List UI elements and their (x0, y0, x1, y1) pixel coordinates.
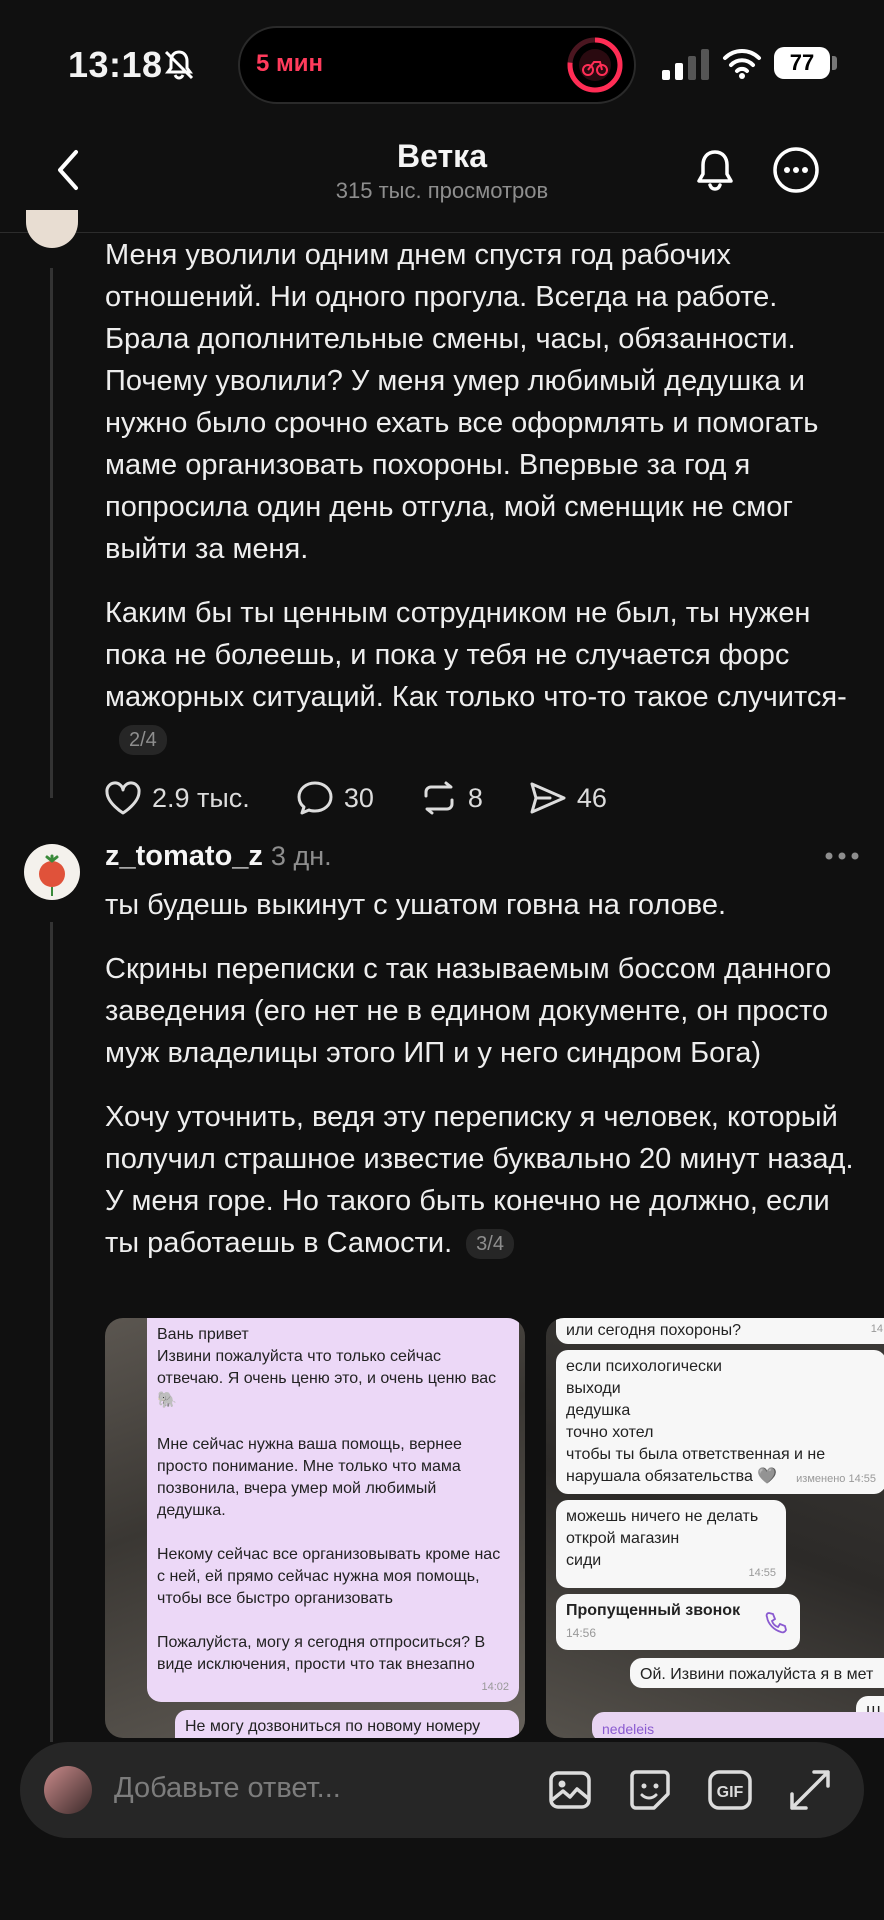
gif-icon[interactable]: GIF (706, 1766, 754, 1814)
avatar[interactable] (24, 844, 80, 900)
island-timer: 5 мин (256, 50, 324, 77)
chat-message: Ой. Извини пожалуйста я в мет (630, 1658, 884, 1688)
post-paragraph: Скрины переписки с так называемым боссом… (105, 953, 832, 1069)
more-options-icon[interactable] (772, 146, 820, 194)
message-time: 14: (870, 1323, 884, 1335)
post-author[interactable]: z_tomato_z 3 дн. (105, 840, 332, 873)
thread-line (50, 922, 53, 1742)
chat-message-text: если психологически выходи дедушка точно… (566, 1358, 826, 1485)
message-time: 14:55 (748, 1567, 776, 1579)
chat-nick-text: nedeleis (602, 1721, 655, 1737)
post-actions: 2.9 тыс. 30 8 46 (104, 776, 653, 820)
missed-call-message: Пропущенный звонок 14:56 (556, 1594, 800, 1650)
like-count: 2.9 тыс. (152, 782, 250, 813)
status-time: 13:18 (68, 44, 163, 85)
comment-bubble-icon (297, 781, 333, 815)
like-button[interactable]: 2.9 тыс. (104, 780, 250, 816)
cellular-signal-icon (662, 49, 709, 80)
notification-bell-icon[interactable] (690, 146, 740, 196)
post-paragraph: Хочу уточнить, ведя эту переписку я чело… (105, 1096, 865, 1264)
image-icon[interactable] (546, 1766, 594, 1814)
post-paragraph: Каким бы ты ценным сотрудником не был, т… (105, 592, 865, 760)
tomato-avatar-icon (39, 854, 65, 896)
wifi-icon (723, 48, 761, 79)
phone-icon (765, 1612, 787, 1634)
expand-icon[interactable] (786, 1766, 834, 1814)
chat-message-text: или сегодня похороны? (566, 1322, 741, 1339)
missed-call-label: Пропущенный звонок (566, 1602, 741, 1619)
chat-message: если психологически выходи дедушка точно… (556, 1350, 884, 1494)
silent-bell-icon (164, 50, 194, 80)
svg-text:GIF: GIF (717, 1784, 744, 1801)
chat-screenshot-image[interactable]: или сегодня похороны? 14: если психологич… (546, 1318, 884, 1738)
part-counter: 3/4 (466, 1229, 514, 1260)
chat-message-text: Ой. Извини пожалуйста я в мет (640, 1666, 874, 1683)
delivery-ring-icon (567, 37, 623, 93)
chat-message: можешь ничего не делать открой магазин с… (556, 1500, 786, 1588)
heart-icon (105, 781, 141, 815)
views-count: 315 тыс. просмотров (335, 178, 549, 203)
missed-call-time: 14:56 (566, 1626, 597, 1640)
part-counter: 2/4 (119, 725, 167, 756)
header-divider (0, 232, 884, 233)
message-time: изменено 14:55 (796, 1473, 876, 1485)
page-title: Ветка (397, 138, 487, 174)
repost-button[interactable]: 8 (420, 780, 483, 816)
post-paragraph: ты будешь выкинут с ушатом говна на голо… (105, 889, 727, 921)
chat-screenshot-image[interactable]: Вань привет Извини пожалуйста что только… (105, 1318, 525, 1738)
avatar[interactable] (26, 210, 78, 248)
repost-icon (424, 781, 454, 815)
post-paragraph-text: Каким бы ты ценным сотрудником не был, т… (105, 597, 847, 713)
avatar (44, 1766, 92, 1814)
chat-reply-nick: nedeleis (592, 1712, 884, 1738)
chat-message: Не могу дозвониться по новому номеру (175, 1710, 519, 1738)
share-count: 46 (576, 782, 607, 813)
chat-message: или сегодня похороны? 14: (556, 1318, 884, 1344)
comment-count: 30 (343, 782, 374, 813)
battery-level: 77 (774, 47, 830, 79)
chat-message-text: Не могу дозвониться по новому номеру (185, 1718, 481, 1735)
repost-count: 8 (467, 782, 483, 813)
post-body: Меня уволили одним днем спустя год рабоч… (105, 234, 865, 782)
post-time: 3 дн. (270, 841, 332, 871)
comment-button[interactable]: 30 (296, 780, 374, 816)
chat-message-text: Вань привет Извини пожалуйста что только… (157, 1326, 501, 1673)
thread-line (50, 268, 53, 798)
message-time: 14:02 (481, 1681, 509, 1693)
username[interactable]: z_tomato_z (105, 840, 263, 872)
chat-message-text: можешь ничего не делать открой магазин с… (566, 1508, 759, 1569)
post-paragraph: Меня уволили одним днем спустя год рабоч… (105, 239, 819, 565)
chat-message: Вань привет Извини пожалуйста что только… (147, 1318, 519, 1702)
post-more-icon[interactable] (824, 850, 860, 862)
share-button[interactable]: 46 (529, 780, 607, 816)
battery-tip (832, 56, 837, 70)
reply-input[interactable]: Добавьте ответ... (114, 1772, 341, 1805)
send-icon (530, 782, 566, 814)
sticker-icon[interactable] (626, 1766, 674, 1814)
post-body: ты будешь выкинут с ушатом говна на голо… (105, 884, 865, 1286)
